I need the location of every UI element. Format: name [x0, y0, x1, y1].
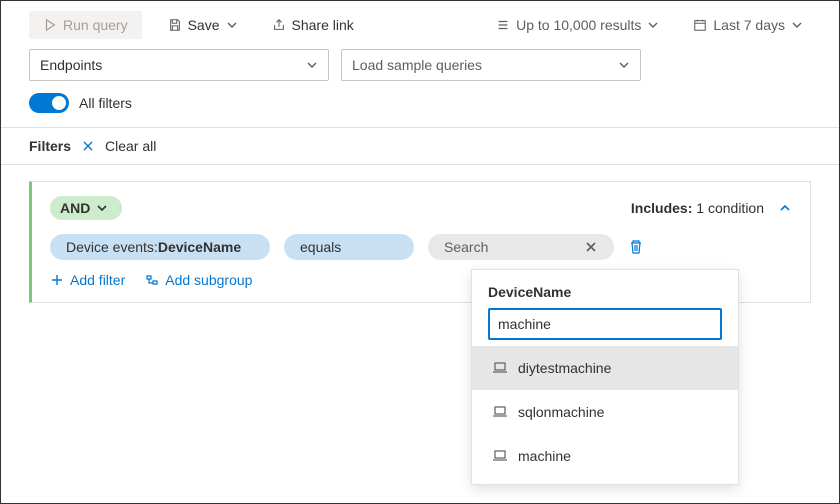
all-filters-row: All filters — [1, 93, 839, 127]
selects-row: Endpoints Load sample queries — [1, 49, 839, 93]
chevron-down-icon — [306, 59, 318, 71]
share-link-button[interactable]: Share link — [264, 13, 362, 37]
share-label: Share link — [292, 17, 354, 33]
and-operator-pill[interactable]: AND — [50, 196, 122, 220]
includes-summary: Includes: 1 condition — [631, 200, 792, 216]
run-query-button[interactable]: Run query — [29, 11, 142, 39]
laptop-icon — [492, 448, 508, 464]
laptop-icon — [492, 404, 508, 420]
share-icon — [272, 18, 286, 32]
chevron-down-icon — [647, 19, 659, 31]
card-header: AND Includes: 1 condition — [50, 196, 792, 220]
option-diytestmachine[interactable]: diytestmachine — [472, 346, 738, 390]
value-search-pill[interactable]: Search — [428, 234, 614, 260]
save-button[interactable]: Save — [160, 13, 246, 37]
play-icon — [43, 18, 57, 32]
subgroup-icon — [145, 273, 159, 287]
field-pill[interactable]: Device events: DeviceName — [50, 234, 270, 260]
calendar-icon — [693, 18, 707, 32]
chevron-down-icon — [791, 19, 803, 31]
toolbar: Run query Save Share link Up to 10,000 r… — [1, 1, 839, 49]
run-query-label: Run query — [63, 17, 128, 33]
add-subgroup-button[interactable]: Add subgroup — [145, 272, 252, 288]
popover-title: DeviceName — [472, 284, 738, 308]
endpoints-label: Endpoints — [40, 57, 102, 73]
list-icon — [496, 18, 510, 32]
clear-all-button[interactable]: Clear all — [105, 138, 156, 154]
option-sqlonmachine[interactable]: sqlonmachine — [472, 390, 738, 434]
filters-title: Filters — [29, 138, 71, 154]
devicename-search-input[interactable] — [488, 308, 722, 340]
add-filter-button[interactable]: Add filter — [50, 272, 125, 288]
collapse-icon[interactable] — [778, 201, 792, 215]
close-icon[interactable] — [81, 139, 95, 153]
save-label: Save — [188, 17, 220, 33]
chevron-down-icon — [618, 59, 630, 71]
operator-pill[interactable]: equals — [284, 234, 414, 260]
app-root: Run query Save Share link Up to 10,000 r… — [0, 0, 840, 504]
filters-header: Filters Clear all — [1, 127, 839, 165]
endpoints-select[interactable]: Endpoints — [29, 49, 329, 81]
all-filters-label: All filters — [79, 95, 132, 111]
option-machine[interactable]: machine — [472, 434, 738, 478]
chevron-down-icon — [96, 202, 108, 214]
clear-value-icon[interactable] — [584, 240, 598, 254]
search-placeholder: Search — [444, 239, 488, 255]
plus-icon — [50, 273, 64, 287]
timerange-label: Last 7 days — [713, 17, 785, 33]
delete-condition-icon[interactable] — [628, 239, 644, 255]
all-filters-toggle[interactable] — [29, 93, 69, 113]
sample-queries-select[interactable]: Load sample queries — [341, 49, 641, 81]
condition-row: Device events: DeviceName equals Search — [50, 234, 792, 260]
devicename-popover: DeviceName diytestmachine sqlonmachine m… — [471, 269, 739, 485]
and-label: AND — [60, 200, 90, 216]
results-limit-button[interactable]: Up to 10,000 results — [488, 13, 667, 37]
laptop-icon — [492, 360, 508, 376]
save-icon — [168, 18, 182, 32]
timerange-button[interactable]: Last 7 days — [685, 13, 811, 37]
sample-label: Load sample queries — [352, 57, 482, 73]
chevron-down-icon — [226, 19, 238, 31]
results-label: Up to 10,000 results — [516, 17, 641, 33]
